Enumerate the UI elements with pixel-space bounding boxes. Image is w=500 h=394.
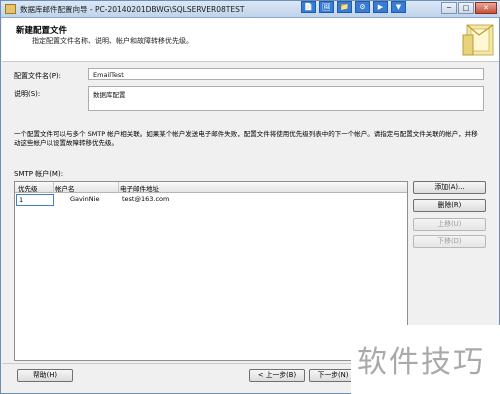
maximize-button[interactable]: □ (458, 2, 474, 14)
window-controls: ─ □ ✕ (441, 2, 497, 14)
minimize-button[interactable]: ─ (441, 2, 457, 14)
profile-name-input[interactable]: EmailTest (88, 68, 484, 80)
page-subtitle: 指定配置文件名称、说明、帐户和故障转移优先级。 (32, 37, 193, 45)
smtp-accounts-grid[interactable]: 优先级 帐户名 电子邮件地址 1 GavinNie test@163.com (14, 181, 408, 361)
play-icon[interactable]: ▶ (373, 1, 388, 13)
app-icon (5, 4, 16, 14)
email-address-cell[interactable]: test@163.com (122, 195, 169, 205)
back-button[interactable]: < 上一步(B) (249, 369, 305, 382)
remove-account-button[interactable]: 删除(R) (413, 199, 486, 212)
watermark-overlay: 软件技巧 (351, 325, 500, 394)
move-down-button[interactable]: 下移(D) (413, 235, 486, 248)
column-header-account[interactable]: 帐户名 (55, 183, 75, 193)
column-header-email[interactable]: 电子邮件地址 (120, 183, 159, 193)
accounts-note: 一个配置文件可以与多个 SMTP 帐户相关联。如果某个帐户发送电子邮件失败，配置… (14, 130, 478, 147)
wizard-window: 数据库邮件配置向导 - PC-20140201DBWG\SQLSERVER08T… (0, 0, 500, 394)
description-textarea[interactable]: 数据库配置 (88, 86, 484, 111)
grid-header: 优先级 帐户名 电子邮件地址 (15, 182, 407, 193)
table-row[interactable]: 1 GavinNie test@163.com (15, 194, 407, 206)
help-button[interactable]: 帮助(H) (17, 369, 73, 382)
move-up-button[interactable]: 上移(U) (413, 218, 486, 231)
smtp-accounts-label: SMTP 帐户(M): (14, 170, 64, 178)
folder-icon[interactable]: 📁 (337, 1, 352, 13)
column-divider (118, 182, 119, 193)
title-bar: 数据库邮件配置向导 - PC-20140201DBWG\SQLSERVER08T… (1, 1, 500, 18)
next-button[interactable]: 下一步(N) (309, 369, 357, 382)
taskbar-icons: 📄 🖼 📁 ⚙ ▶ ▼ (301, 1, 406, 13)
wizard-banner-icon (462, 24, 494, 56)
document-icon[interactable]: 📄 (301, 1, 316, 13)
close-button[interactable]: ✕ (475, 2, 497, 14)
description-label: 说明(S): (14, 90, 41, 98)
settings-icon[interactable]: ⚙ (355, 1, 370, 13)
add-account-button[interactable]: 添加(A)... (413, 181, 486, 194)
priority-cell[interactable]: 1 (16, 194, 54, 206)
window-title: 数据库邮件配置向导 - PC-20140201DBWG\SQLSERVER08T… (20, 5, 245, 14)
watermark-text: 软件技巧 (357, 345, 485, 380)
image-icon[interactable]: 🖼 (319, 1, 334, 13)
wizard-header: 新建配置文件 指定配置文件名称、说明、帐户和故障转移优先级。 (2, 18, 499, 62)
account-name-cell[interactable]: GavinNie (70, 195, 99, 205)
page-title: 新建配置文件 (16, 26, 68, 36)
dropdown-icon[interactable]: ▼ (391, 1, 406, 13)
profile-name-label: 配置文件名(P): (14, 72, 62, 80)
column-header-priority[interactable]: 优先级 (18, 183, 38, 193)
column-divider (53, 182, 54, 193)
